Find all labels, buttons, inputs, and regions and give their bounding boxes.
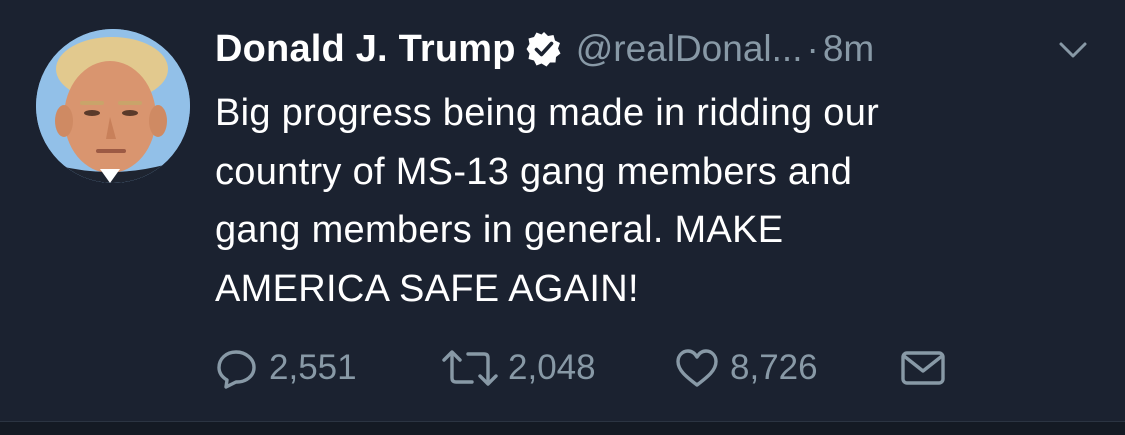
tweet-card[interactable]: Donald J. Trump @realDonal... · 8m Big p… (0, 0, 1125, 421)
reply-icon (215, 346, 259, 390)
author-name[interactable]: Donald J. Trump (215, 28, 516, 71)
like-count: 8,726 (730, 348, 818, 387)
envelope-icon (899, 346, 947, 390)
reply-count: 2,551 (269, 348, 357, 387)
heart-icon (674, 346, 720, 390)
action-bar: 2,551 2,048 8,726 (215, 343, 947, 393)
verified-badge-icon (526, 31, 562, 67)
author-handle[interactable]: @realDonal... (576, 28, 803, 70)
tweet-text: Big progress being made in ridding our c… (215, 84, 1095, 318)
reply-button[interactable]: 2,551 (215, 346, 442, 390)
tweet-text-line: Big progress being made in ridding our (215, 92, 880, 134)
separator-dot: · (806, 28, 819, 69)
like-button[interactable]: 8,726 (674, 346, 899, 390)
chevron-down-icon[interactable] (1058, 40, 1088, 60)
tweet-header: Donald J. Trump @realDonal... · 8m (215, 26, 874, 72)
tweet-divider (0, 421, 1125, 435)
retweet-count: 2,048 (508, 348, 596, 387)
tweet-text-line: AMERICA SAFE AGAIN! (215, 267, 639, 310)
retweet-button[interactable]: 2,048 (442, 346, 674, 390)
tweet-text-line: gang members in general. MAKE (215, 209, 784, 251)
tweet-text-line: country of MS-13 gang members and (215, 150, 853, 193)
timestamp[interactable]: 8m (823, 28, 874, 70)
retweet-icon (442, 346, 498, 390)
avatar[interactable] (36, 29, 190, 183)
direct-message-button[interactable] (899, 346, 947, 390)
